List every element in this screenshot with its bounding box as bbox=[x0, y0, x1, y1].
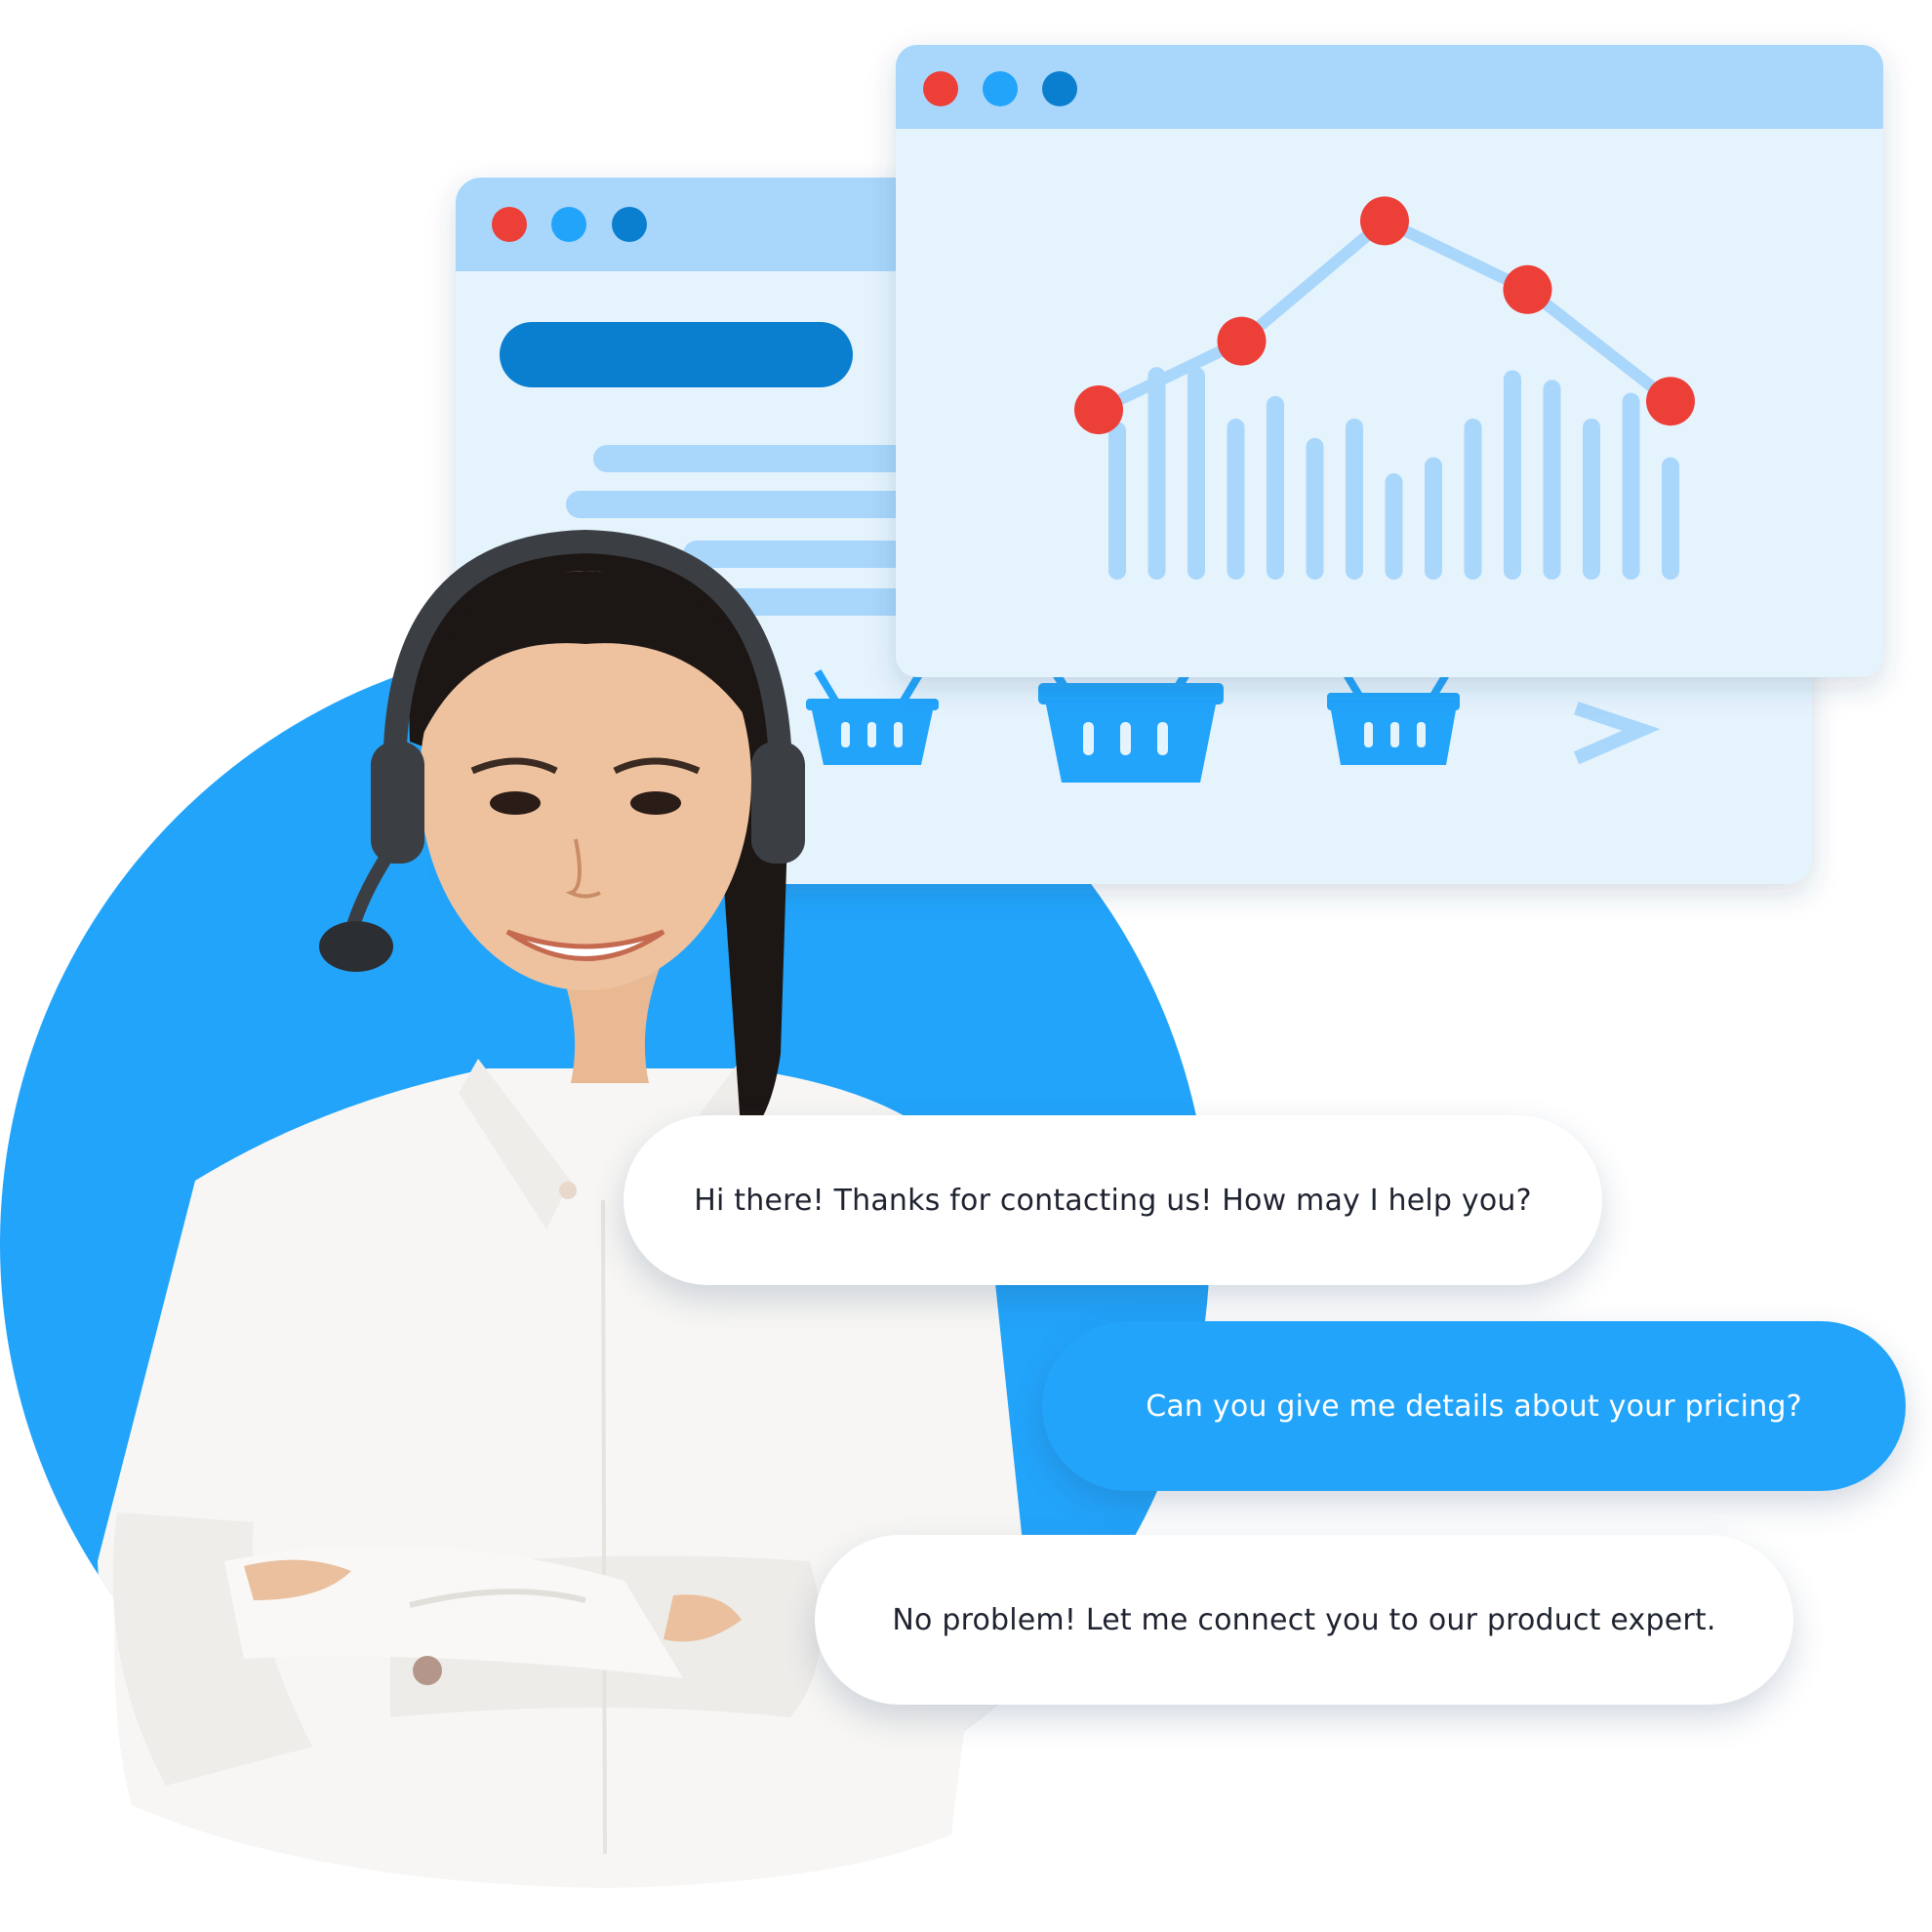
chart-bar bbox=[1267, 395, 1284, 580]
chart-bar bbox=[1583, 419, 1600, 580]
back-window-heading-bar bbox=[500, 322, 853, 387]
chart-bar bbox=[1385, 473, 1403, 580]
chart-bar bbox=[1543, 380, 1561, 580]
chart-bar bbox=[1425, 457, 1442, 580]
chart-bar bbox=[1622, 392, 1640, 580]
chat-message-text: Hi there! Thanks for contacting us! How … bbox=[694, 1183, 1532, 1218]
chart-point bbox=[1074, 385, 1123, 434]
chart-bar bbox=[1147, 367, 1166, 580]
window-minimize-dot bbox=[983, 71, 1018, 106]
chart-bar bbox=[1346, 419, 1363, 580]
chart-bar bbox=[1464, 419, 1482, 580]
chart-point bbox=[1217, 316, 1267, 366]
window-minimize-dot bbox=[551, 207, 586, 242]
chart-point bbox=[1646, 377, 1695, 426]
window-maximize-dot bbox=[1042, 71, 1077, 106]
text-line-placeholder bbox=[566, 491, 935, 518]
chart-bar bbox=[1504, 370, 1521, 580]
chart-bar bbox=[1187, 367, 1205, 580]
chat-bubble-agent-greeting: Hi there! Thanks for contacting us! How … bbox=[624, 1115, 1602, 1285]
front-browser-window bbox=[896, 45, 1883, 677]
chat-bubble-agent-reply: No problem! Let me connect you to our pr… bbox=[815, 1535, 1793, 1705]
chat-bubble-user-question: Can you give me details about your prici… bbox=[1042, 1321, 1906, 1491]
window-close-dot bbox=[492, 207, 527, 242]
chat-message-text: Can you give me details about your prici… bbox=[1146, 1389, 1802, 1424]
window-maximize-dot bbox=[612, 207, 647, 242]
window-close-dot bbox=[923, 71, 958, 106]
chat-message-text: No problem! Let me connect you to our pr… bbox=[892, 1602, 1716, 1637]
chart-bar bbox=[1108, 422, 1126, 580]
chart-bar bbox=[1306, 437, 1324, 580]
chart-point bbox=[1360, 196, 1409, 246]
chart-bar bbox=[1227, 419, 1245, 580]
basket-icon bbox=[1038, 670, 1224, 783]
chart-point bbox=[1503, 264, 1552, 314]
text-line-placeholder bbox=[593, 445, 935, 472]
chart-bar bbox=[1662, 457, 1679, 580]
